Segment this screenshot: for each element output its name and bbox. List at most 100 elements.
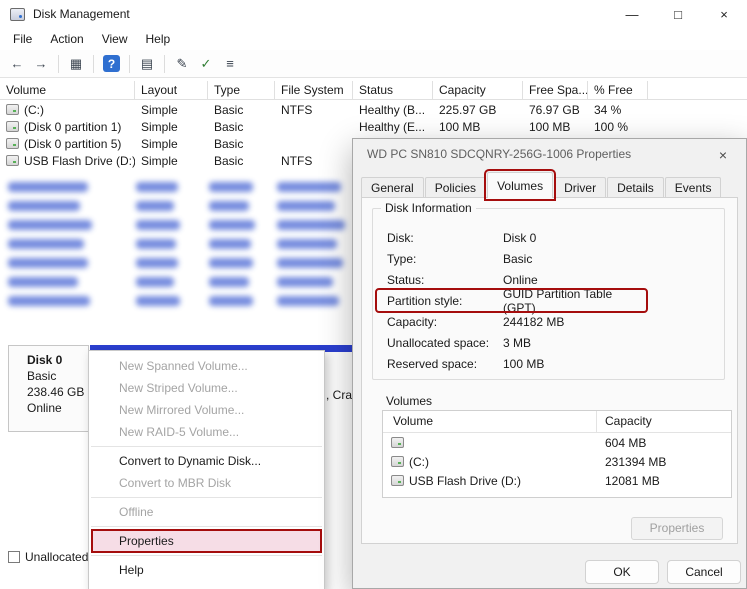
table-row[interactable]: (Disk 0 partition 1) Simple Basic Health… (0, 118, 747, 135)
volumes-list-row[interactable]: 604 MB (383, 433, 731, 452)
field-disk: Disk: Disk 0 (387, 227, 714, 248)
column-volume[interactable]: Volume (0, 81, 135, 99)
maximize-button[interactable]: □ (655, 0, 701, 28)
help-icon[interactable]: ? (103, 55, 120, 72)
table-row[interactable]: (C:) Simple Basic NTFS Healthy (B... 225… (0, 101, 747, 118)
menu-view[interactable]: View (93, 30, 137, 48)
menu-separator (91, 446, 322, 447)
tab-policies[interactable]: Policies (425, 177, 486, 198)
volume-name: (Disk 0 partition 5) (24, 137, 121, 151)
column-percent-free[interactable]: % Free (588, 81, 648, 99)
menu-item-convert-to-dynamic-disk[interactable]: Convert to Dynamic Disk... (89, 450, 324, 472)
field-partition-style: Partition style: GUID Partition Table (G… (377, 290, 646, 311)
volume-table-header: Volume Layout Type File System Status Ca… (0, 81, 747, 100)
menu-item-new-mirrored-volume: New Mirrored Volume... (89, 399, 324, 421)
drive-icon (391, 456, 404, 467)
column-layout[interactable]: Layout (135, 81, 208, 99)
volume-properties-button: Properties (631, 517, 723, 540)
cell-percent-free: 100 % (588, 120, 648, 134)
close-button[interactable]: × (701, 0, 747, 28)
cell-layout: Simple (135, 154, 208, 168)
window-controls: — □ × (609, 0, 747, 28)
cell-type: Basic (208, 103, 275, 117)
legend-unallocated: Unallocated (8, 549, 92, 565)
cell-type: Basic (208, 120, 275, 134)
volumes-list: Volume Capacity 604 MB (C:) 231394 MB US… (382, 410, 732, 498)
menu-item-convert-to-mbr-disk: Convert to MBR Disk (89, 472, 324, 494)
console-tree-icon[interactable]: ▦ (65, 53, 87, 75)
script-icon[interactable]: ≡ (219, 53, 241, 75)
toolbar-separator (93, 55, 94, 73)
check-icon[interactable]: ✓ (195, 53, 217, 75)
drive-icon (6, 138, 19, 149)
volumes-tab-panel: Disk Information Disk: Disk 0 Type: Basi… (361, 197, 738, 544)
volumes-column-volume[interactable]: Volume (383, 411, 597, 432)
menu-item-help[interactable]: Help (89, 559, 324, 581)
back-icon[interactable]: ← (6, 53, 28, 75)
menu-help[interactable]: Help (137, 30, 180, 48)
disk-size: 238.46 GB (27, 384, 86, 400)
disk-context-menu: New Spanned Volume... New Striped Volume… (88, 350, 325, 589)
legend-label: Unallocated (25, 550, 88, 564)
column-file-system[interactable]: File System (275, 81, 353, 99)
ok-button[interactable]: OK (585, 560, 659, 584)
cell-free-space: 76.97 GB (523, 103, 588, 117)
comment-icon[interactable]: ✎ (171, 53, 193, 75)
minimize-button[interactable]: — (609, 0, 655, 28)
column-capacity[interactable]: Capacity (433, 81, 523, 99)
menu-item-new-spanned-volume: New Spanned Volume... (89, 355, 324, 377)
volumes-list-row[interactable]: (C:) 231394 MB (383, 452, 731, 471)
menu-separator (91, 497, 322, 498)
cell-free-space: 100 MB (523, 120, 588, 134)
toolbar-separator (58, 55, 59, 73)
tab-events[interactable]: Events (665, 177, 722, 198)
toolbar: ← → ▦ ? ▤ ✎ ✓ ≡ (0, 50, 747, 78)
toolbar-separator (129, 55, 130, 73)
forward-icon[interactable]: → (30, 53, 52, 75)
menu-file[interactable]: File (4, 30, 41, 48)
window-title: Disk Management (33, 7, 130, 21)
toolbar-separator (164, 55, 165, 73)
disk0-panel[interactable]: Disk 0 Basic 238.46 GB Online (8, 345, 89, 432)
dialog-close-icon[interactable]: × (708, 143, 738, 166)
group-heading: Disk Information (381, 201, 476, 215)
tab-general[interactable]: General (361, 177, 424, 198)
volume-name: (Disk 0 partition 1) (24, 120, 121, 134)
disk-management-window: Disk Management — □ × File Action View H… (0, 0, 747, 589)
volumes-column-capacity[interactable]: Capacity (597, 411, 731, 432)
column-filler (648, 81, 747, 99)
menu-separator (91, 555, 322, 556)
disk-type: Basic (27, 368, 86, 384)
tab-volumes[interactable]: Volumes (487, 172, 553, 198)
cell-capacity: 225.97 GB (433, 103, 523, 117)
action-pane-icon[interactable]: ▤ (136, 53, 158, 75)
menu-action[interactable]: Action (41, 30, 92, 48)
field-type: Type: Basic (387, 248, 714, 269)
dialog-tabs: General Policies Volumes Driver Details … (361, 176, 722, 198)
column-status[interactable]: Status (353, 81, 433, 99)
drive-icon (391, 475, 404, 486)
menu-item-offline: Offline (89, 501, 324, 523)
column-free-space[interactable]: Free Spa... (523, 81, 588, 99)
cell-type: Basic (208, 154, 275, 168)
volumes-list-row[interactable]: USB Flash Drive (D:) 12081 MB (383, 471, 731, 490)
cell-capacity: 100 MB (433, 120, 523, 134)
app-icon (10, 8, 25, 21)
disk-properties-dialog: WD PC SN810 SDCQNRY-256G-1006 Properties… (352, 138, 747, 589)
cell-layout: Simple (135, 103, 208, 117)
cell-file-system: NTFS (275, 103, 353, 117)
volumes-heading: Volumes (386, 394, 432, 408)
field-capacity: Capacity: 244182 MB (387, 311, 714, 332)
menu-item-properties[interactable]: Properties (92, 530, 321, 552)
title-bar: Disk Management — □ × (0, 0, 747, 28)
tab-details[interactable]: Details (607, 177, 664, 198)
tab-driver[interactable]: Driver (554, 177, 606, 198)
cell-status: Healthy (E... (353, 120, 433, 134)
column-type[interactable]: Type (208, 81, 275, 99)
cell-status: Healthy (B... (353, 103, 433, 117)
menu-item-new-striped-volume: New Striped Volume... (89, 377, 324, 399)
disk-name: Disk 0 (27, 352, 86, 368)
drive-icon (6, 155, 19, 166)
unallocated-swatch-icon (8, 551, 20, 563)
cancel-button[interactable]: Cancel (667, 560, 741, 584)
